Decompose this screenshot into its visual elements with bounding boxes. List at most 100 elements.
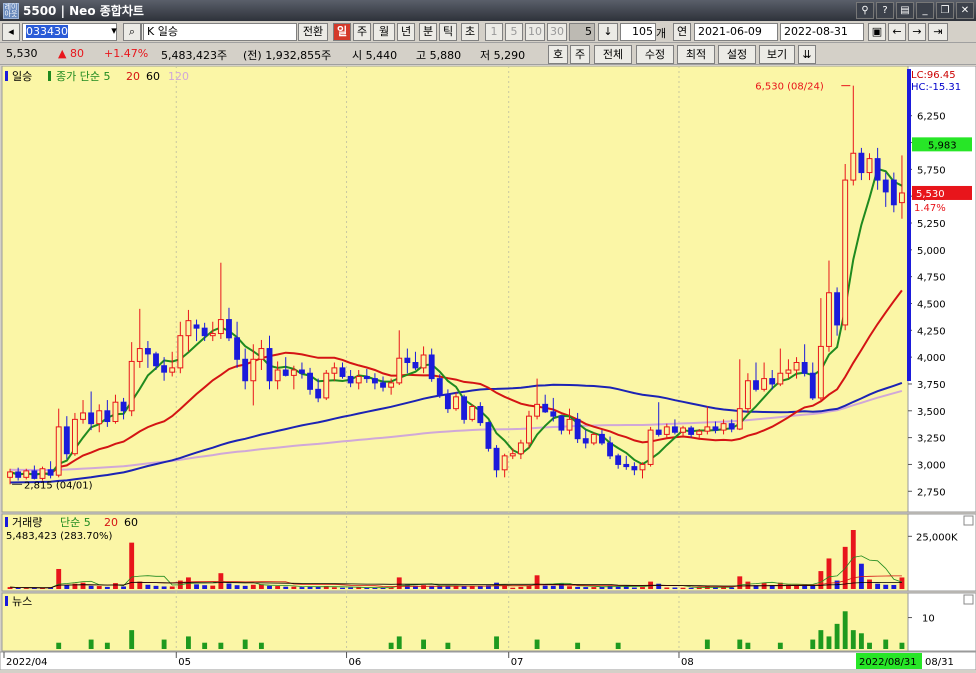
candle[interactable]: [128, 360, 135, 412]
volume-bar[interactable]: [234, 585, 240, 589]
volume-bar[interactable]: [210, 585, 216, 589]
help-icon[interactable]: ?: [876, 2, 894, 19]
volume-bar[interactable]: [518, 586, 524, 589]
candle[interactable]: [177, 335, 184, 369]
interval-5-button[interactable]: 5: [505, 23, 523, 41]
adjust-button[interactable]: 수정: [636, 45, 674, 64]
volume-bar[interactable]: [640, 587, 645, 589]
volume-bar[interactable]: [226, 583, 232, 589]
candle[interactable]: [396, 357, 403, 384]
candle[interactable]: [266, 348, 273, 382]
volume-bar[interactable]: [331, 587, 337, 589]
candle[interactable]: [88, 412, 95, 425]
candle[interactable]: [63, 426, 70, 455]
price-legend-item[interactable]: 20: [126, 70, 140, 83]
candle[interactable]: [290, 369, 297, 376]
news-bar[interactable]: [883, 639, 889, 649]
candle[interactable]: [420, 354, 427, 369]
candle[interactable]: [769, 378, 776, 385]
candle[interactable]: [355, 375, 362, 384]
volume-bar[interactable]: [867, 579, 872, 589]
stock-code-input[interactable]: 033430: [22, 23, 117, 41]
minimize-icon[interactable]: _: [916, 2, 934, 19]
candle[interactable]: [485, 422, 492, 449]
volume-bar[interactable]: [96, 586, 102, 589]
volume-bar[interactable]: [88, 585, 94, 589]
interval-10-button[interactable]: 10: [525, 23, 545, 41]
news-bar[interactable]: [818, 630, 824, 649]
price-legend-item[interactable]: 일승: [12, 69, 32, 83]
download-arrow-icon[interactable]: ↓: [598, 23, 618, 41]
news-bar[interactable]: [161, 639, 167, 649]
news-bar[interactable]: [850, 630, 856, 649]
candle[interactable]: [599, 433, 605, 444]
candle[interactable]: [809, 372, 816, 399]
volume-bar[interactable]: [275, 586, 281, 589]
candle[interactable]: [801, 362, 808, 374]
volume-bar[interactable]: [113, 583, 118, 589]
news-bar[interactable]: [826, 636, 832, 649]
search-icon[interactable]: ⌕: [123, 23, 141, 41]
candle[interactable]: [96, 410, 103, 425]
candle[interactable]: [834, 292, 841, 326]
scroll-left-icon[interactable]: ←: [888, 23, 906, 41]
convert-button[interactable]: 전환: [298, 23, 328, 41]
candle[interactable]: [558, 415, 565, 431]
candle[interactable]: [363, 375, 370, 380]
candle[interactable]: [444, 394, 451, 410]
period-tick-tab[interactable]: 틱: [439, 23, 457, 41]
scroll-right-icon[interactable]: →: [908, 23, 926, 41]
view-button[interactable]: 보기: [759, 45, 795, 64]
news-bar[interactable]: [737, 639, 743, 649]
candle[interactable]: [753, 380, 759, 390]
volume-bar[interactable]: [421, 585, 426, 589]
volume-bar[interactable]: [729, 587, 735, 589]
candle[interactable]: [866, 158, 873, 174]
volume-bar[interactable]: [567, 586, 572, 589]
candle[interactable]: [501, 455, 508, 471]
candle[interactable]: [193, 324, 200, 329]
candle[interactable]: [899, 192, 905, 204]
period-week-tab[interactable]: 주: [353, 23, 371, 41]
interval-1-button[interactable]: 1: [485, 23, 503, 41]
candle[interactable]: [534, 403, 541, 417]
volume-bar[interactable]: [15, 587, 21, 589]
candle[interactable]: [542, 403, 549, 413]
volume-bar[interactable]: [534, 575, 540, 589]
candle[interactable]: [185, 320, 192, 337]
news-bar[interactable]: [899, 642, 905, 649]
news-bar[interactable]: [396, 636, 402, 649]
volume-bar[interactable]: [575, 586, 581, 589]
interval-input[interactable]: 5: [569, 23, 595, 41]
volume-bar[interactable]: [550, 585, 556, 589]
candle[interactable]: [728, 423, 735, 430]
volume-bar[interactable]: [664, 587, 670, 589]
news-pane-close-icon[interactable]: [963, 594, 974, 605]
news-bar[interactable]: [777, 642, 783, 649]
news-bar[interactable]: [867, 642, 872, 649]
candle[interactable]: [582, 438, 589, 444]
news-bar[interactable]: [258, 642, 264, 649]
candle[interactable]: [47, 469, 54, 476]
chart-area[interactable]: 2022/04050607086,2506,0005,7505,5005,250…: [0, 65, 976, 671]
candle[interactable]: [307, 372, 313, 390]
candle[interactable]: [469, 405, 476, 420]
candle[interactable]: [112, 401, 119, 423]
candle[interactable]: [15, 471, 22, 478]
volume-bar[interactable]: [891, 584, 897, 589]
volume-bar[interactable]: [510, 587, 516, 589]
candle[interactable]: [80, 412, 86, 420]
all-button[interactable]: 전체: [594, 45, 632, 64]
candle[interactable]: [209, 333, 216, 337]
volume-bar[interactable]: [883, 584, 889, 589]
volume-bar[interactable]: [502, 585, 508, 589]
volume-legend-item[interactable]: 단순 5: [60, 516, 91, 529]
volume-bar[interactable]: [291, 586, 297, 589]
candle[interactable]: [826, 292, 832, 347]
volume-bar[interactable]: [477, 586, 483, 589]
period-year-tab[interactable]: 년: [397, 23, 415, 41]
volume-bar[interactable]: [396, 577, 402, 589]
candle[interactable]: [404, 357, 411, 364]
news-bar[interactable]: [104, 642, 110, 649]
volume-bar[interactable]: [713, 587, 718, 589]
